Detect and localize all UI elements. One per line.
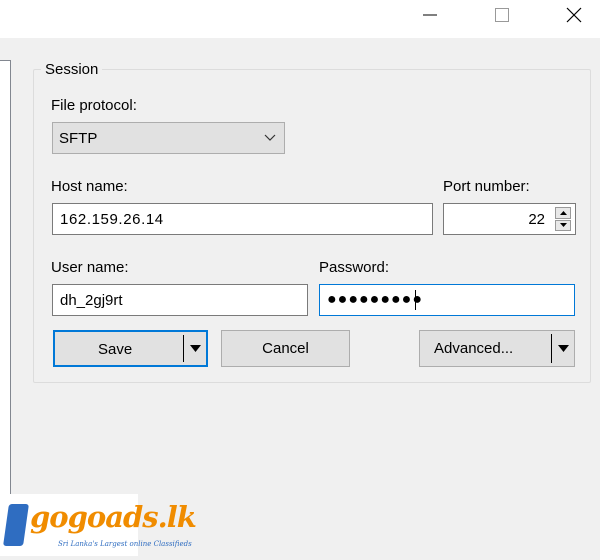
save-button-label: Save xyxy=(98,341,133,358)
save-button[interactable]: Save xyxy=(53,330,208,367)
port-increment-button[interactable] xyxy=(555,207,571,219)
maximize-icon xyxy=(495,8,509,22)
caret-down-icon xyxy=(189,345,201,352)
file-protocol-label: File protocol: xyxy=(51,97,137,114)
logo-text: gogoads.lk xyxy=(30,500,197,534)
arrow-down-icon xyxy=(559,223,567,228)
site-tree-pane[interactable] xyxy=(0,60,11,550)
password-label: Password: xyxy=(319,259,390,276)
session-group-title: Session xyxy=(41,61,103,78)
logo-tagline: Sri Lanka's Largest online Classifieds xyxy=(58,540,192,548)
caret-down-icon xyxy=(557,345,569,352)
port-number-spinner[interactable]: 22 xyxy=(443,203,576,235)
minimize-button[interactable] xyxy=(407,0,453,30)
cancel-button[interactable]: Cancel xyxy=(221,330,350,367)
port-spin-buttons xyxy=(555,207,571,231)
maximize-button[interactable] xyxy=(479,0,525,30)
advanced-button-label: Advanced... xyxy=(434,340,514,357)
title-bar xyxy=(0,0,600,38)
chevron-down-icon xyxy=(264,134,276,141)
file-protocol-select[interactable]: SFTP xyxy=(52,122,285,154)
watermark-logo: gogoads.lk Sri Lanka's Largest online Cl… xyxy=(0,494,197,556)
logo-mark-icon xyxy=(3,504,29,546)
port-number-label: Port number: xyxy=(443,178,530,195)
user-name-input[interactable] xyxy=(52,284,308,316)
close-icon xyxy=(566,7,582,23)
minimize-icon xyxy=(423,14,437,16)
host-name-label: Host name: xyxy=(51,178,128,195)
cancel-button-label: Cancel xyxy=(262,340,309,357)
port-decrement-button[interactable] xyxy=(555,219,571,231)
save-dropdown-arrow[interactable] xyxy=(183,335,206,362)
text-caret xyxy=(415,290,416,310)
advanced-button[interactable]: Advanced... xyxy=(419,330,575,367)
port-number-value: 22 xyxy=(528,211,545,228)
user-name-label: User name: xyxy=(51,259,129,276)
arrow-up-icon xyxy=(559,210,567,215)
host-name-input[interactable] xyxy=(52,203,433,235)
advanced-dropdown-arrow[interactable] xyxy=(551,334,574,363)
password-input[interactable] xyxy=(319,284,575,316)
file-protocol-value: SFTP xyxy=(59,130,98,147)
close-button[interactable] xyxy=(551,0,597,30)
